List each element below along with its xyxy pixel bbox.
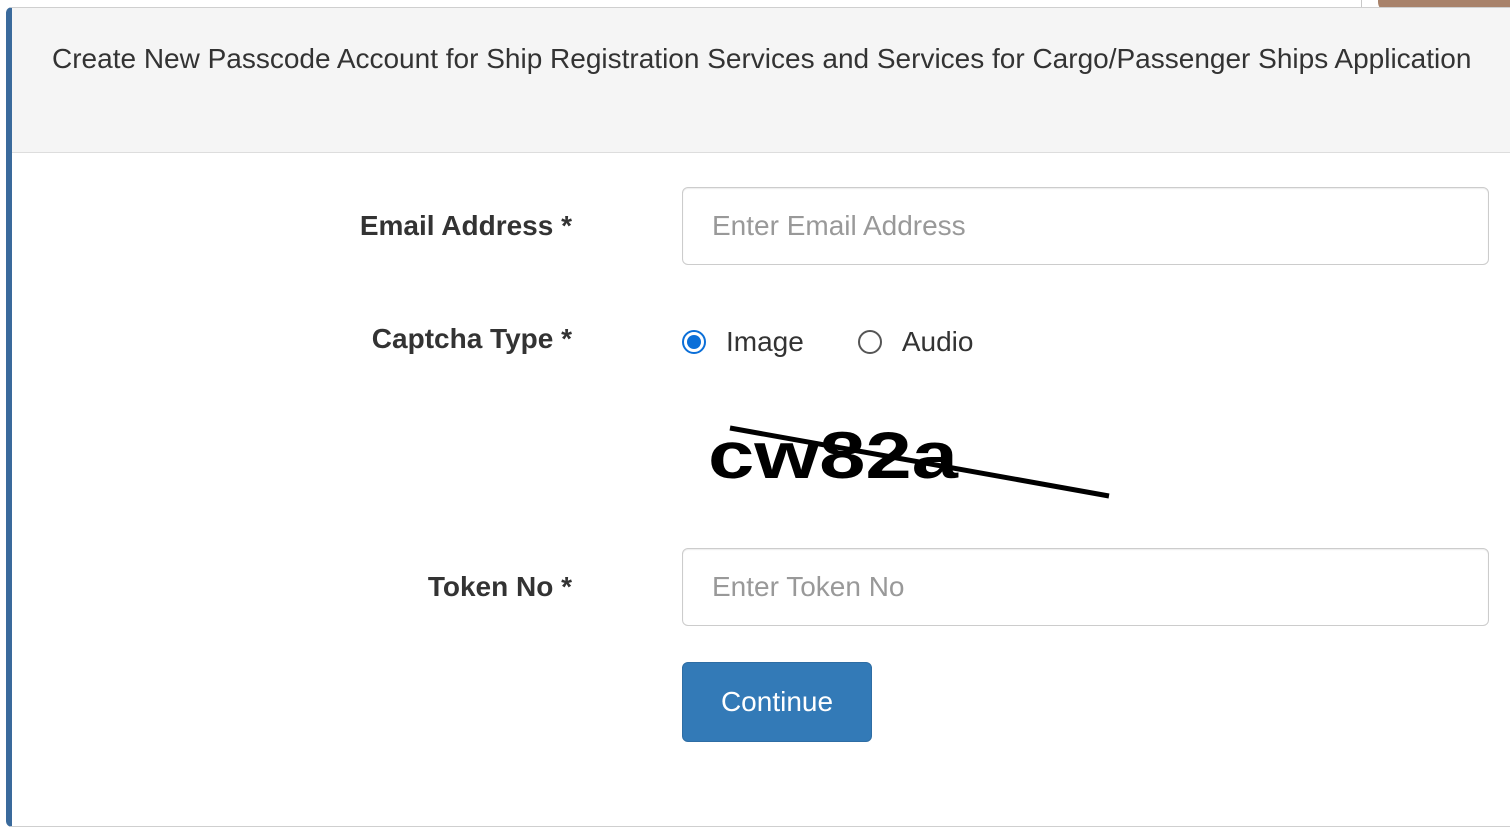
email-field[interactable] (682, 187, 1489, 265)
captcha-type-radio-group: Image Audio (682, 322, 1027, 362)
token-label: Token No * (427, 571, 572, 602)
registration-panel: Create New Passcode Account for Ship Reg… (6, 7, 1510, 827)
panel-title: Create New Passcode Account for Ship Reg… (52, 43, 1472, 74)
captcha-type-audio-label[interactable]: Audio (902, 326, 974, 358)
continue-button[interactable]: Continue (682, 662, 872, 742)
panel-heading: Create New Passcode Account for Ship Reg… (12, 8, 1510, 153)
captcha-type-image-label[interactable]: Image (726, 326, 804, 358)
captcha-image: cw82a (708, 418, 1110, 499)
captcha-type-image-option[interactable]: Image (682, 326, 804, 358)
captcha-type-image-radio[interactable] (682, 330, 706, 354)
captcha-type-audio-radio[interactable] (857, 330, 882, 354)
email-label: Email Address * (359, 210, 572, 241)
captcha-type-label: Captcha Type * (371, 323, 572, 354)
token-field[interactable] (682, 548, 1489, 626)
captcha-type-audio-option[interactable]: Audio (857, 326, 974, 358)
